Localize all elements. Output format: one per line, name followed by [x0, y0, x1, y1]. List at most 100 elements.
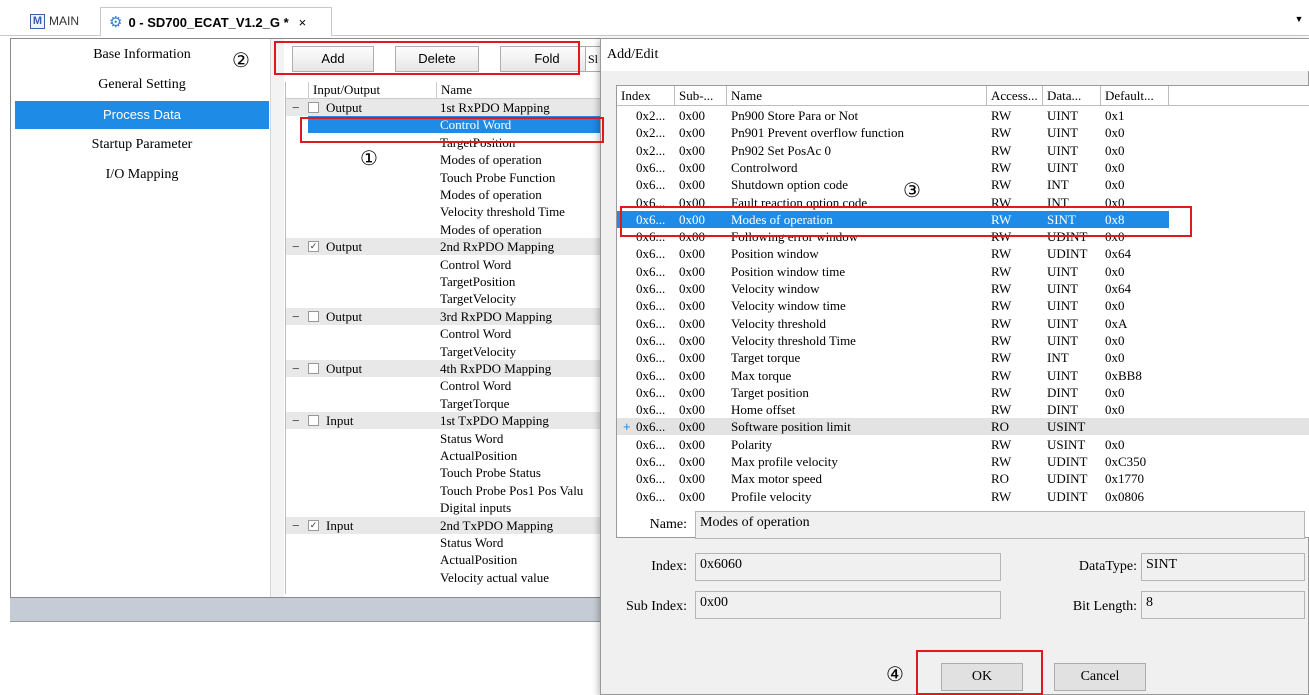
object-def-cell: 0x1	[1105, 108, 1125, 123]
object-row[interactable]: 0x6... 0x00 Following error window RW UDINT 0…	[617, 228, 1309, 245]
object-row[interactable]: 0x6... 0x00 Velocity window RW UINT 0x64	[617, 280, 1309, 297]
enable-checkbox[interactable]	[308, 102, 319, 113]
column-header-subindex[interactable]: Sub-...	[675, 86, 727, 106]
object-row[interactable]: 0x6... 0x00 Controlword RW UINT 0x0	[617, 159, 1309, 176]
ok-button[interactable]: OK	[941, 663, 1023, 691]
object-name-cell: Velocity window time	[731, 298, 846, 314]
pdo-entry-row[interactable]: Touch Probe Function	[286, 169, 615, 186]
tab-main[interactable]: M MAIN	[30, 9, 79, 33]
column-header-default[interactable]: Default...	[1101, 86, 1169, 106]
object-row[interactable]: 0x6... 0x00 Target torque RW INT 0x0	[617, 349, 1309, 366]
index-label: Index:	[651, 559, 687, 574]
object-row[interactable]: 0x2... 0x00 Pn900 Store Para or Not RW UINT 0…	[617, 107, 1309, 124]
pdo-entry-row[interactable]: Status Word	[286, 430, 615, 447]
object-row[interactable]: 0x6... 0x00 Shutdown option code RW INT 0x0	[617, 176, 1309, 193]
object-row[interactable]: 0x6... 0x00 Position window time RW UINT 0x0	[617, 263, 1309, 280]
object-def-cell	[1105, 418, 1167, 435]
subindex-field[interactable]: 0x00	[695, 591, 1001, 619]
object-row[interactable]: 0x6... 0x00 Velocity threshold RW UINT 0xA	[617, 315, 1309, 332]
enable-checkbox[interactable]	[308, 415, 319, 427]
index-field[interactable]: 0x6060	[695, 553, 1001, 581]
pdo-entry-row[interactable]: Touch Probe Pos1 Pos Valu	[286, 482, 615, 499]
pdo-group-row[interactable]: − Input ✓ 2nd TxPDO Mapping	[286, 516, 615, 534]
pdo-entry-row[interactable]: Digital inputs	[286, 499, 615, 516]
object-row[interactable]: +0x6... 0x00 Software position limit RO USIN…	[617, 418, 1309, 436]
pdo-group-row[interactable]: − Output 4th RxPDO Mapping	[286, 360, 615, 377]
fold-button[interactable]: Fold	[500, 46, 594, 72]
delete-button[interactable]: Delete	[395, 46, 479, 72]
object-row[interactable]: 0x6... 0x00 Profile velocity RW UDINT 0x0806	[617, 488, 1309, 505]
name-field[interactable]: Modes of operation	[695, 511, 1305, 539]
sidebar-item-general-setting[interactable]: General Setting	[15, 71, 269, 99]
add-button[interactable]: Add	[292, 46, 374, 72]
collapse-icon[interactable]: −	[292, 99, 304, 116]
pdo-group-row[interactable]: − Input 1st TxPDO Mapping	[286, 412, 615, 430]
tab-sd700-ecat[interactable]: ⚙ 0 - SD700_ECAT_V1.2_G * ×	[100, 7, 332, 36]
column-header-name[interactable]: Name	[727, 86, 987, 106]
pdo-entry-row[interactable]: TargetTorque	[286, 395, 615, 412]
collapse-icon[interactable]: −	[292, 517, 304, 534]
object-row[interactable]: 0x6... 0x00 Home offset RW DINT 0x0	[617, 401, 1309, 418]
column-header-input-output[interactable]: Input/Output	[308, 82, 436, 99]
pdo-group-row[interactable]: − Output 1st RxPDO Mapping	[286, 99, 615, 116]
pdo-entry-row[interactable]: Control Word	[286, 377, 615, 394]
object-row[interactable]: 0x6... 0x00 Max profile velocity RW UDINT 0xC…	[617, 453, 1309, 470]
object-name-cell: Max motor speed	[731, 471, 822, 487]
object-access-cell: RW	[991, 488, 1012, 504]
pdo-entry-row[interactable]: Touch Probe Status	[286, 464, 615, 481]
expand-icon[interactable]: +	[623, 418, 631, 435]
pdo-group-row[interactable]: − Output ✓ 2nd RxPDO Mapping	[286, 238, 615, 256]
object-row[interactable]: 0x6... 0x00 Velocity threshold Time RW UINT 0…	[617, 332, 1309, 349]
close-icon[interactable]: ×	[299, 15, 307, 30]
pdo-entry-row[interactable]: Velocity threshold Time	[286, 203, 615, 220]
object-row[interactable]: 0x6... 0x00 Target position RW DINT 0x0	[617, 384, 1309, 401]
pdo-entry-row[interactable]: Modes of operation	[286, 186, 615, 203]
status-bar	[10, 598, 610, 622]
enable-checkbox[interactable]: ✓	[308, 519, 319, 531]
pdo-entry-row[interactable]: ActualPosition	[286, 447, 615, 464]
sidebar-item-io-mapping[interactable]: I/O Mapping	[15, 161, 269, 189]
object-row[interactable]: 0x2... 0x00 Pn902 Set PosAc 0 RW UINT 0x0	[617, 142, 1309, 159]
enable-checkbox[interactable]	[308, 310, 319, 322]
pdo-entry-row[interactable]: Modes of operation	[286, 221, 615, 238]
chevron-down-icon[interactable]: ▼	[1293, 14, 1305, 28]
pdo-entry-row[interactable]: Control Word	[286, 256, 615, 273]
object-row[interactable]: 0x6... 0x00 Polarity RW USINT 0x0	[617, 436, 1309, 453]
datatype-field[interactable]: SINT	[1141, 553, 1305, 581]
pdo-entry-row[interactable]: Control Word	[286, 116, 615, 134]
object-def-cell: 0xA	[1105, 315, 1128, 331]
pdo-entry-row[interactable]: Modes of operation	[286, 151, 615, 168]
pdo-entry-row[interactable]: TargetVelocity	[286, 343, 615, 360]
pdo-entry-row[interactable]: TargetPosition	[286, 273, 615, 290]
object-row[interactable]: 0x6... 0x00 Velocity window time RW UINT 0x0	[617, 297, 1309, 314]
pdo-entry-row[interactable]: Status Word	[286, 534, 615, 551]
sidebar-item-base-information[interactable]: Base Information	[15, 41, 269, 69]
collapse-icon[interactable]: −	[292, 412, 304, 429]
pdo-entry-row[interactable]: TargetVelocity	[286, 290, 615, 307]
column-header-datatype[interactable]: Data...	[1043, 86, 1101, 106]
object-row[interactable]: 0x6... 0x00 Max torque RW UINT 0xBB8	[617, 367, 1309, 384]
bitlength-field[interactable]: 8	[1141, 591, 1305, 619]
collapse-icon[interactable]: −	[292, 360, 304, 377]
column-header-access[interactable]: Access...	[987, 86, 1043, 106]
pdo-entry-row[interactable]: Control Word	[286, 325, 615, 342]
object-row[interactable]: 0x6... 0x00 Fault reaction option code RW IN…	[617, 194, 1309, 211]
collapse-icon[interactable]: −	[292, 238, 304, 255]
pdo-entry-row[interactable]: TargetPosition	[286, 134, 615, 151]
enable-checkbox[interactable]: ✓	[308, 241, 319, 253]
pdo-entry-row[interactable]: ActualPosition	[286, 551, 615, 568]
pdo-group-row[interactable]: − Output 3rd RxPDO Mapping	[286, 307, 615, 325]
object-row[interactable]: 0x6... 0x00 Max motor speed RO UDINT 0x1770	[617, 470, 1309, 487]
column-header-name[interactable]: Name	[436, 82, 615, 99]
splitter[interactable]	[270, 39, 284, 597]
sidebar-item-process-data[interactable]: Process Data	[15, 101, 269, 129]
sidebar-item-startup-parameter[interactable]: Startup Parameter	[15, 131, 269, 159]
collapse-icon[interactable]: −	[292, 308, 304, 325]
enable-checkbox[interactable]	[308, 363, 319, 374]
cancel-button[interactable]: Cancel	[1054, 663, 1146, 691]
pdo-entry-row[interactable]: Velocity actual value	[286, 569, 615, 586]
column-header-index[interactable]: Index	[617, 86, 675, 106]
object-row[interactable]: 0x2... 0x00 Pn901 Prevent overflow functio…	[617, 124, 1309, 141]
object-row[interactable]: 0x6... 0x00 Modes of operation RW SINT 0x8	[617, 210, 1309, 228]
object-row[interactable]: 0x6... 0x00 Position window RW UDINT 0x64	[617, 245, 1309, 262]
